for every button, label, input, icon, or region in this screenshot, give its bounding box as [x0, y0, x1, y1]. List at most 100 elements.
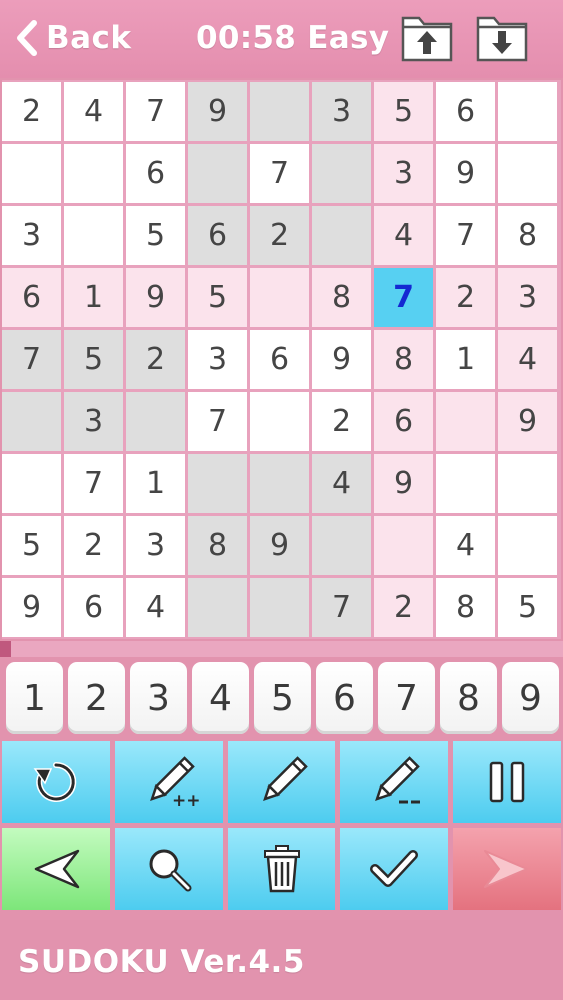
previous-button[interactable]	[2, 828, 110, 910]
sudoku-cell[interactable]: 2	[126, 330, 185, 389]
sudoku-cell[interactable]: 6	[64, 578, 123, 637]
sudoku-cell[interactable]: 6	[126, 144, 185, 203]
sudoku-cell[interactable]: 5	[498, 578, 557, 637]
sudoku-cell[interactable]	[250, 82, 309, 141]
sudoku-cell[interactable]: 9	[374, 454, 433, 513]
sudoku-cell[interactable]: 7	[312, 578, 371, 637]
sudoku-cell[interactable]: 2	[250, 206, 309, 265]
sudoku-cell[interactable]	[312, 516, 371, 575]
number-key-3[interactable]: 3	[130, 662, 187, 734]
sudoku-cell[interactable]: 6	[2, 268, 61, 327]
sudoku-cell[interactable]	[188, 578, 247, 637]
next-button[interactable]	[453, 828, 561, 910]
sudoku-cell[interactable]: 2	[436, 268, 495, 327]
pencil-add-button[interactable]: ++	[115, 741, 223, 823]
sudoku-cell[interactable]: 9	[436, 144, 495, 203]
sudoku-cell[interactable]: 6	[436, 82, 495, 141]
folder-download-icon[interactable]	[476, 14, 528, 62]
pause-button[interactable]	[453, 741, 561, 823]
sudoku-cell[interactable]: 5	[188, 268, 247, 327]
check-button[interactable]	[340, 828, 448, 910]
delete-button[interactable]	[228, 828, 335, 910]
sudoku-cell[interactable]	[2, 392, 61, 451]
sudoku-cell[interactable]: 2	[374, 578, 433, 637]
sudoku-cell[interactable]: 6	[374, 392, 433, 451]
sudoku-cell[interactable]: 4	[126, 578, 185, 637]
number-key-4[interactable]: 4	[192, 662, 249, 734]
sudoku-cell[interactable]: 8	[374, 330, 433, 389]
sudoku-cell[interactable]	[312, 144, 371, 203]
number-key-9[interactable]: 9	[502, 662, 559, 734]
sudoku-cell[interactable]: 5	[64, 330, 123, 389]
sudoku-cell[interactable]: 1	[436, 330, 495, 389]
sudoku-cell[interactable]	[436, 392, 495, 451]
sudoku-cell[interactable]: 7	[64, 454, 123, 513]
number-key-8[interactable]: 8	[440, 662, 497, 734]
sudoku-cell[interactable]: 3	[188, 330, 247, 389]
sudoku-cell[interactable]: 5	[2, 516, 61, 575]
sudoku-cell[interactable]: 3	[64, 392, 123, 451]
sudoku-cell[interactable]	[64, 206, 123, 265]
sudoku-cell[interactable]	[498, 144, 557, 203]
sudoku-cell[interactable]: 3	[126, 516, 185, 575]
number-key-6[interactable]: 6	[316, 662, 373, 734]
sudoku-cell[interactable]: 5	[374, 82, 433, 141]
undo-button[interactable]	[2, 741, 110, 823]
sudoku-cell[interactable]: 7	[188, 392, 247, 451]
sudoku-cell[interactable]	[498, 516, 557, 575]
number-key-7[interactable]: 7	[378, 662, 435, 734]
number-key-5[interactable]: 5	[254, 662, 311, 734]
sudoku-cell[interactable]	[498, 82, 557, 141]
sudoku-cell[interactable]	[250, 578, 309, 637]
sudoku-cell[interactable]: 2	[312, 392, 371, 451]
sudoku-cell[interactable]: 9	[312, 330, 371, 389]
sudoku-cell[interactable]: 3	[2, 206, 61, 265]
sudoku-cell[interactable]: 3	[374, 144, 433, 203]
sudoku-cell[interactable]: 7	[250, 144, 309, 203]
sudoku-cell[interactable]: 9	[126, 268, 185, 327]
sudoku-cell[interactable]: 9	[2, 578, 61, 637]
sudoku-cell[interactable]: 1	[64, 268, 123, 327]
sudoku-cell[interactable]	[436, 454, 495, 513]
sudoku-cell[interactable]	[188, 454, 247, 513]
sudoku-cell[interactable]: 9	[188, 82, 247, 141]
sudoku-cell[interactable]: 8	[188, 516, 247, 575]
back-button[interactable]: Back	[12, 16, 132, 60]
sudoku-cell[interactable]: 8	[312, 268, 371, 327]
pencil-erase-button[interactable]	[340, 741, 448, 823]
sudoku-cell[interactable]	[250, 268, 309, 327]
sudoku-cell[interactable]: 4	[498, 330, 557, 389]
sudoku-cell[interactable]	[188, 144, 247, 203]
sudoku-cell[interactable]: 8	[498, 206, 557, 265]
sudoku-cell[interactable]: 4	[374, 206, 433, 265]
sudoku-cell[interactable]	[2, 454, 61, 513]
sudoku-cell[interactable]: 1	[126, 454, 185, 513]
number-key-1[interactable]: 1	[6, 662, 63, 734]
sudoku-cell[interactable]	[312, 206, 371, 265]
sudoku-cell[interactable]	[250, 454, 309, 513]
sudoku-cell[interactable]: 9	[250, 516, 309, 575]
sudoku-cell[interactable]: 7	[436, 206, 495, 265]
search-button[interactable]	[115, 828, 223, 910]
selected-cell[interactable]: 7	[374, 268, 433, 327]
sudoku-cell[interactable]: 9	[498, 392, 557, 451]
sudoku-cell[interactable]: 7	[126, 82, 185, 141]
sudoku-cell[interactable]: 2	[2, 82, 61, 141]
sudoku-cell[interactable]	[498, 454, 557, 513]
folder-upload-icon[interactable]	[401, 14, 453, 62]
sudoku-cell[interactable]: 4	[312, 454, 371, 513]
sudoku-cell[interactable]: 3	[498, 268, 557, 327]
sudoku-cell[interactable]: 5	[126, 206, 185, 265]
pencil-button[interactable]	[228, 741, 335, 823]
sudoku-cell[interactable]: 4	[64, 82, 123, 141]
sudoku-cell[interactable]: 8	[436, 578, 495, 637]
sudoku-cell[interactable]: 6	[250, 330, 309, 389]
sudoku-cell[interactable]	[374, 516, 433, 575]
sudoku-cell[interactable]: 4	[436, 516, 495, 575]
sudoku-cell[interactable]: 2	[64, 516, 123, 575]
number-key-2[interactable]: 2	[68, 662, 125, 734]
sudoku-cell[interactable]: 3	[312, 82, 371, 141]
sudoku-cell[interactable]	[126, 392, 185, 451]
sudoku-cell[interactable]: 7	[2, 330, 61, 389]
sudoku-cell[interactable]	[250, 392, 309, 451]
